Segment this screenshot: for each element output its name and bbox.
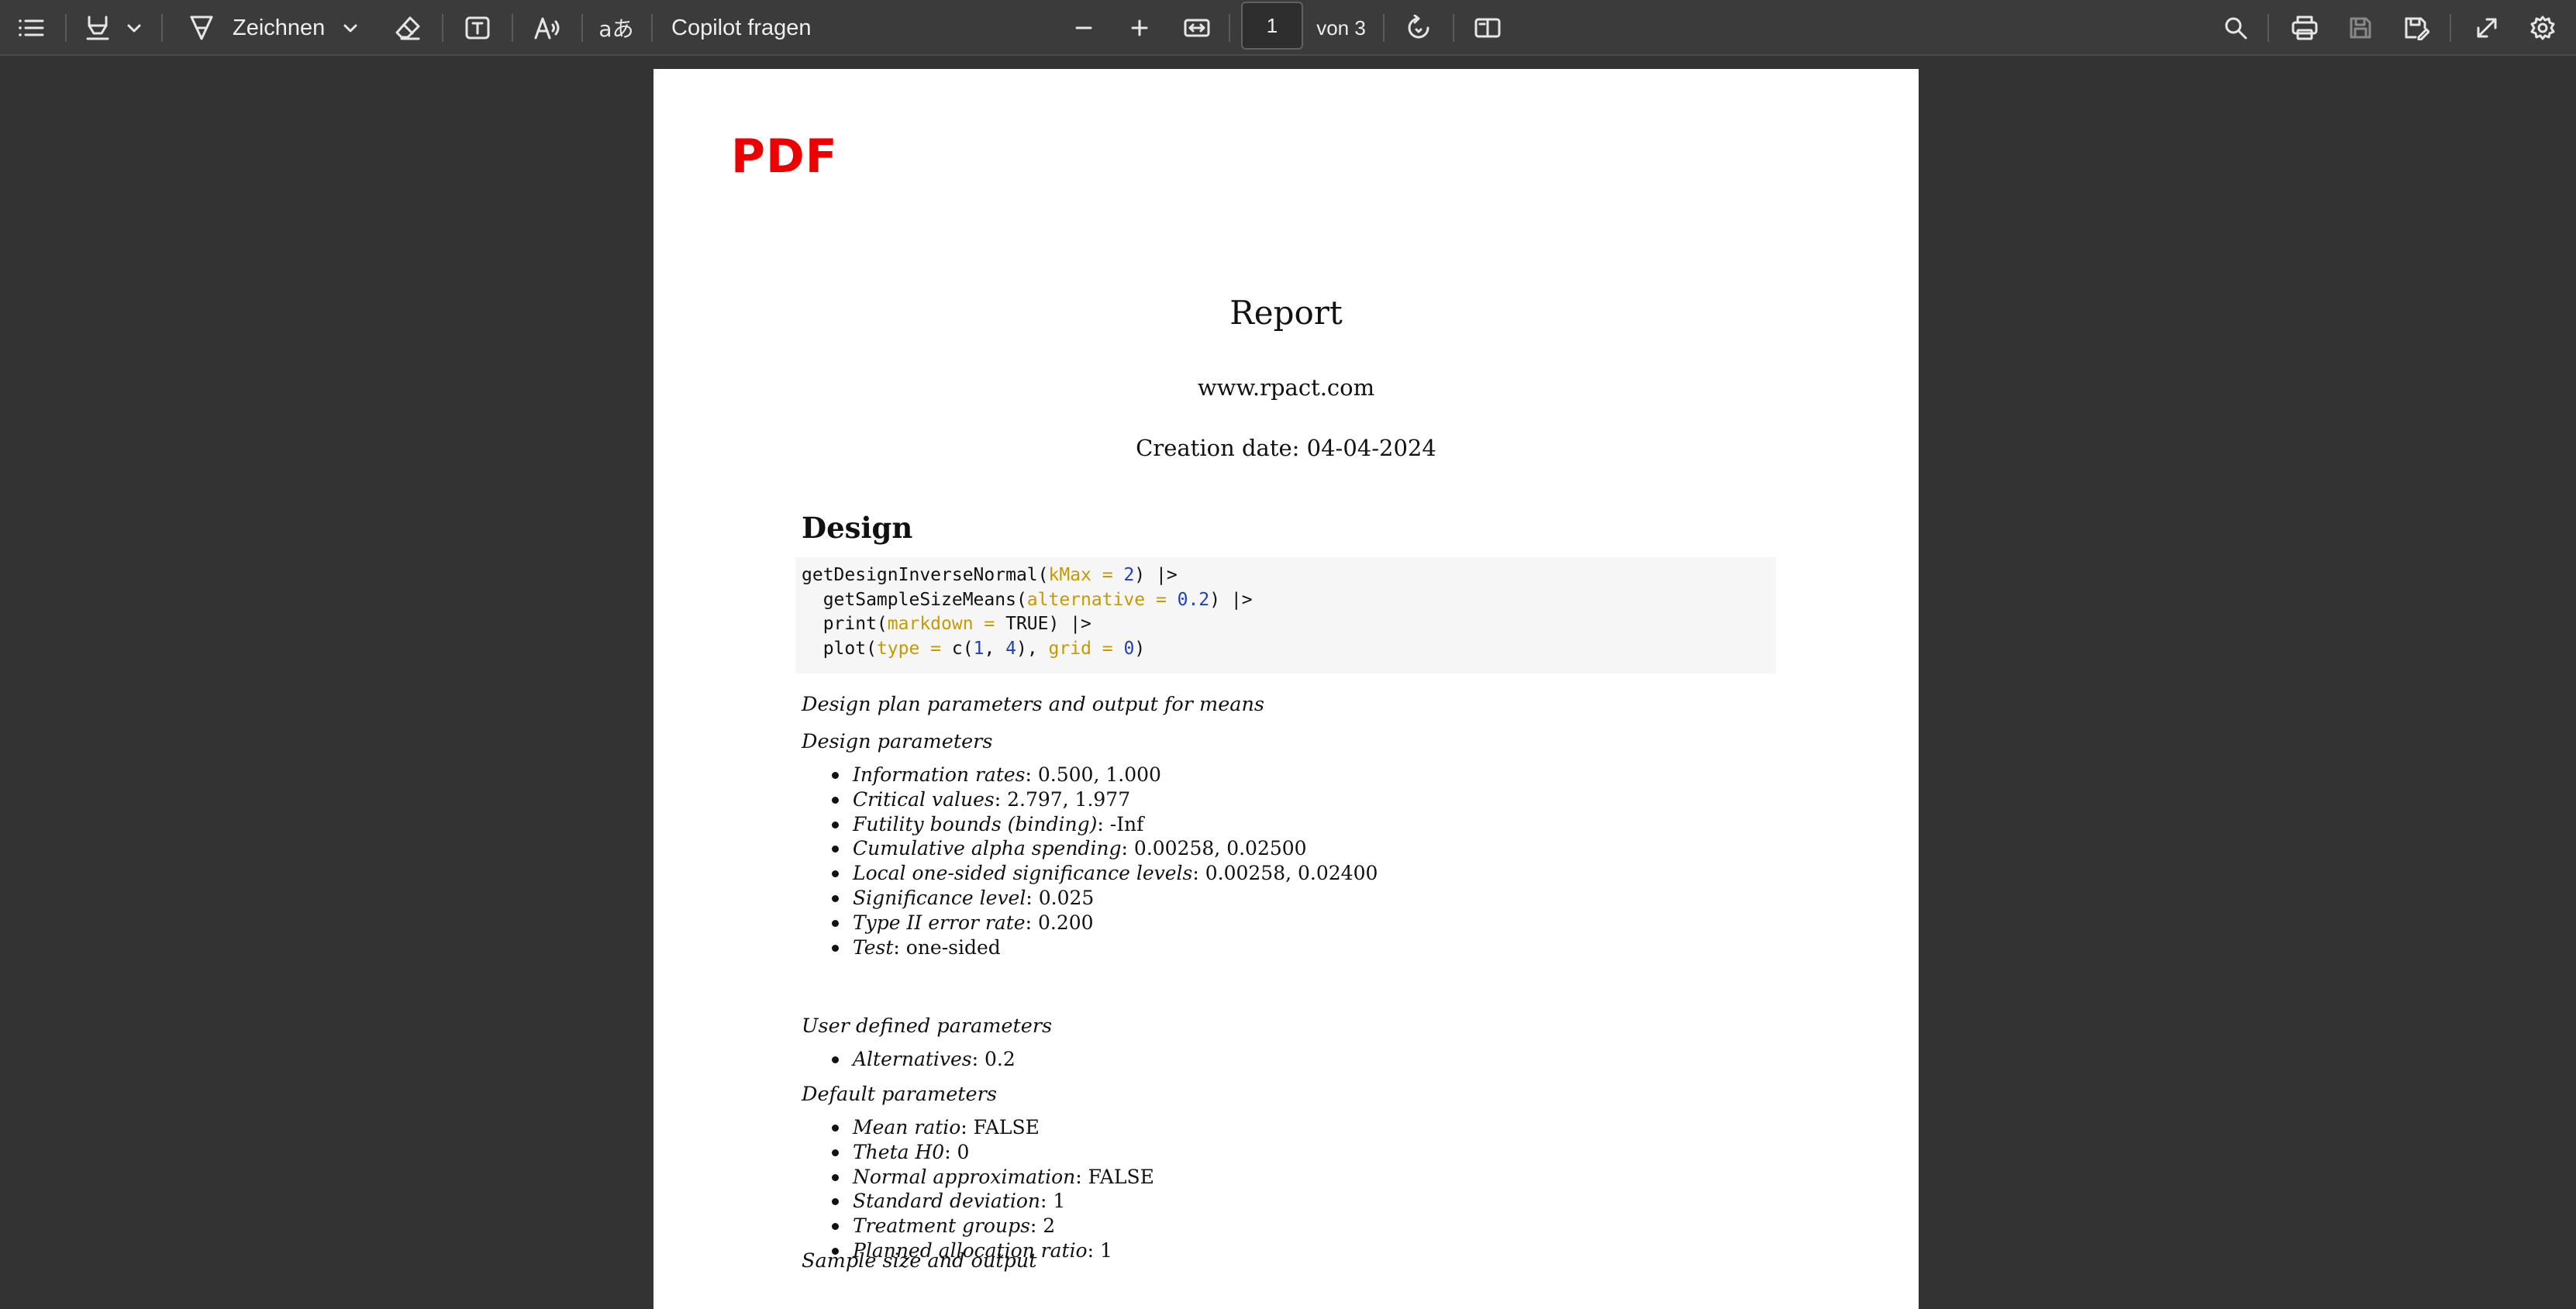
separator xyxy=(1383,14,1385,42)
settings-icon[interactable] xyxy=(2526,11,2560,45)
list-item: Information rates: 0.500, 1.000 xyxy=(831,763,1378,787)
code-block: getDesignInverseNormal(kMax = 2) |> getS… xyxy=(795,557,1776,673)
list-item: Local one-sided significance levels: 0.0… xyxy=(831,862,1378,885)
fit-width-icon[interactable] xyxy=(1180,11,1214,45)
save-icon[interactable] xyxy=(2343,11,2378,45)
chevron-down-icon[interactable] xyxy=(122,11,146,45)
code-line: getDesignInverseNormal(kMax = 2) |> xyxy=(802,565,1178,585)
user-defined-heading: User defined parameters xyxy=(802,1014,1053,1038)
page-view-icon[interactable] xyxy=(1470,11,1505,45)
list-item: Futility bounds (binding): -Inf xyxy=(831,812,1378,837)
page-number-input[interactable]: 1 xyxy=(1241,2,1303,50)
user-defined-list: Alternatives: 0.2 xyxy=(802,1047,1016,1072)
pdf-logo: PDF xyxy=(731,129,838,184)
list-item: Treatment groups: 2 xyxy=(832,1214,1154,1238)
list-item: Normal approximation: FALSE xyxy=(832,1165,1154,1188)
design-parameters-list: Information rates: 0.500, 1.000 Critical… xyxy=(802,763,1378,959)
code-line: print(markdown = TRUE) |> xyxy=(802,614,1091,634)
copilot-button[interactable]: Copilot fragen xyxy=(671,11,826,45)
list-item: Standard deviation: 1 xyxy=(832,1189,1154,1214)
separator xyxy=(1453,14,1454,42)
search-icon[interactable] xyxy=(2219,11,2253,45)
separator xyxy=(65,14,67,42)
draw-button[interactable]: Zeichnen xyxy=(233,11,326,45)
code-line: plot(type = c(1, 4), grid = 0) xyxy=(802,638,1146,659)
default-parameters-list: Mean ratio: FALSE Theta H0: 0 Normal app… xyxy=(802,1115,1154,1263)
separator xyxy=(651,14,653,42)
draw-label: Zeichnen xyxy=(233,15,326,40)
draw-icon[interactable] xyxy=(184,11,219,45)
report-url: www.rpact.com xyxy=(1197,374,1375,401)
zoom-out-icon[interactable] xyxy=(1068,11,1099,45)
code-line: getSampleSizeMeans(alternative = 0.2) |> xyxy=(802,589,1253,610)
list-item: Cumulative alpha spending: 0.00258, 0.02… xyxy=(831,836,1378,861)
copilot-label: Copilot fragen xyxy=(671,15,812,40)
highlighter-icon[interactable] xyxy=(81,11,115,45)
list-item: Type II error rate: 0.200 xyxy=(831,911,1378,935)
text-box-icon[interactable] xyxy=(460,11,495,45)
print-icon[interactable] xyxy=(2287,11,2323,45)
design-plan-caption: Design plan parameters and output for me… xyxy=(802,693,1264,716)
separator xyxy=(2450,14,2451,42)
translate-icon[interactable]: aあ xyxy=(598,11,634,45)
list-item: Test: one-sided xyxy=(831,935,1378,960)
sample-size-heading: Sample size and output xyxy=(802,1249,1037,1273)
pdf-page: PDF Report www.rpact.com Creation date: … xyxy=(653,69,1919,1309)
save-as-icon[interactable] xyxy=(2398,11,2434,45)
design-parameters-heading: Design parameters xyxy=(802,730,993,753)
list-item: Theta H0: 0 xyxy=(832,1140,1154,1165)
report-title: Report xyxy=(1229,294,1343,332)
page-number-value: 1 xyxy=(1266,13,1278,37)
list-item: Critical values: 2.797, 1.977 xyxy=(831,787,1378,812)
default-parameters-heading: Default parameters xyxy=(802,1083,997,1106)
zoom-in-icon[interactable] xyxy=(1124,11,1155,45)
separator xyxy=(1229,14,1230,42)
list-icon[interactable] xyxy=(14,11,48,45)
list-item: Mean ratio: FALSE xyxy=(832,1115,1154,1140)
page-total-label: von 3 xyxy=(1316,16,1366,40)
read-aloud-icon[interactable] xyxy=(530,11,566,45)
separator xyxy=(161,14,163,42)
creation-date: Creation date: 04-04-2024 xyxy=(1136,435,1436,461)
toolbar: Zeichnen aあ Copilot fragen 1 von 3 xyxy=(0,0,2576,56)
separator xyxy=(581,14,583,42)
fullscreen-icon[interactable] xyxy=(2470,11,2504,45)
eraser-icon[interactable] xyxy=(391,11,425,45)
design-heading: Design xyxy=(802,511,913,545)
page-total: von 3 xyxy=(1316,11,1366,45)
chevron-down-icon[interactable] xyxy=(339,11,362,45)
separator xyxy=(512,14,513,42)
rotate-icon[interactable] xyxy=(1402,11,1436,45)
list-item: Significance level: 0.025 xyxy=(831,886,1378,911)
separator xyxy=(2267,14,2269,42)
separator xyxy=(442,14,443,42)
list-item: Alternatives: 0.2 xyxy=(832,1048,1016,1070)
